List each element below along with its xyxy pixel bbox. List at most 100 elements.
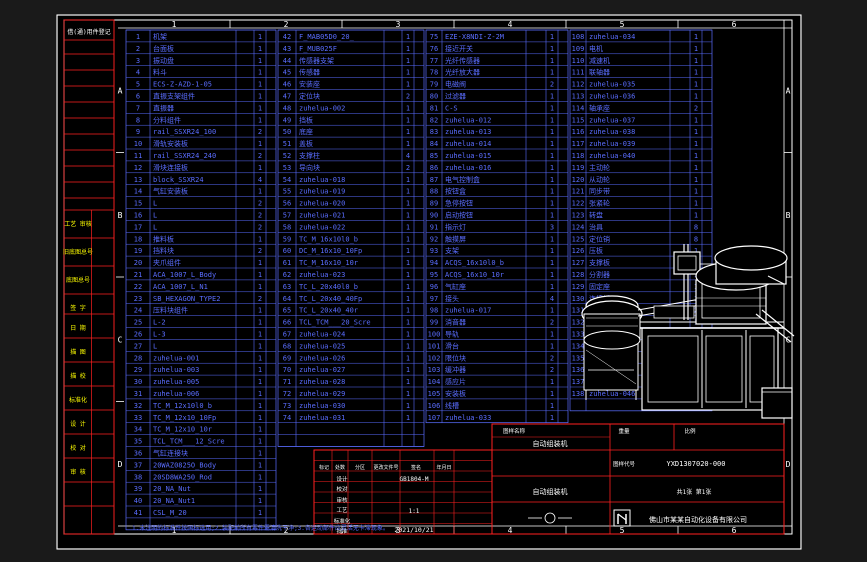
bom-item-name: 电磁阀 xyxy=(445,80,466,89)
bom-item-number: 92 xyxy=(430,235,438,243)
bom-item-qty: 4 xyxy=(406,152,410,160)
bom-item-qty: 1 xyxy=(258,366,262,374)
bom-item-qty: 1 xyxy=(550,69,554,77)
bom-item-name: 料斗 xyxy=(153,68,167,77)
bom-item-number: 121 xyxy=(572,188,585,196)
bom-item-qty: 1 xyxy=(406,212,410,220)
bom-item-qty: 1 xyxy=(406,104,410,112)
bom-item-name: zuhelua-003 xyxy=(153,366,199,374)
side-register-label: 描 图 xyxy=(70,348,86,356)
bom-item-qty: 2 xyxy=(550,319,554,327)
bom-item-number: 11 xyxy=(134,152,142,160)
bom-item-name: DC_M_16x10_10Fp xyxy=(299,247,362,255)
bom-item-number: 31 xyxy=(134,390,142,398)
bom-item-name: zuhelua-014 xyxy=(445,140,491,148)
bom-item-qty: 1 xyxy=(258,259,262,267)
side-register-label: 旧底图总号 xyxy=(63,248,93,256)
signature-role-label: 校对 xyxy=(336,485,348,493)
machine-part xyxy=(583,330,641,350)
bom-item-qty: 1 xyxy=(406,247,410,255)
bom-item-number: 73 xyxy=(283,402,291,410)
bom-item-number: 129 xyxy=(572,283,585,291)
bom-item-qty: 1 xyxy=(258,438,262,446)
side-register-label: 借(通)用件登记 xyxy=(67,28,110,36)
bom-item-qty: 1 xyxy=(550,212,554,220)
bom-item-number: 82 xyxy=(430,116,438,124)
bom-item-name: 光纤放大器 xyxy=(445,68,480,77)
sheet-info: 共1张 第1张 xyxy=(677,488,712,496)
bom-item-number: 88 xyxy=(430,188,438,196)
bom-item-qty: 1 xyxy=(406,69,410,77)
bom-item-qty: 2 xyxy=(550,366,554,374)
bom-item-qty: 1 xyxy=(550,247,554,255)
bom-item-number: 70 xyxy=(283,366,291,374)
bom-item-qty: 1 xyxy=(406,33,410,41)
bom-item-name: 感应片 xyxy=(445,377,466,386)
bom-item-qty: 1 xyxy=(406,331,410,339)
bom-item-qty: 4 xyxy=(550,295,554,303)
bom-item-number: 125 xyxy=(572,235,585,243)
bom-item-number: 112 xyxy=(572,81,585,89)
bom-item-qty: 1 xyxy=(694,116,698,124)
bom-item-number: 84 xyxy=(430,140,438,148)
bom-item-number: 68 xyxy=(283,342,291,350)
bom-item-name: ACA_1007_L_Body xyxy=(153,271,216,279)
bom-item-name: 支架 xyxy=(445,246,459,255)
bom-item-qty: 1 xyxy=(406,176,410,184)
zone-row-label: C xyxy=(118,335,123,344)
bom-item-qty: 1 xyxy=(406,259,410,267)
bom-item-number: 90 xyxy=(430,212,438,220)
bom-item-number: 83 xyxy=(430,128,438,136)
bom-item-qty: 1 xyxy=(550,271,554,279)
bom-item-qty: 1 xyxy=(258,331,262,339)
bom-item-number: 24 xyxy=(134,307,142,315)
bom-item-name: 机架 xyxy=(153,32,167,41)
bom-item-name: zuhelua-036 xyxy=(589,93,635,101)
bom-item-name: 安装座 xyxy=(299,80,320,89)
bom-item-name: 轴承座 xyxy=(589,103,610,112)
bom-item-name: TC_M_12x10_10Fp xyxy=(153,414,216,422)
bom-item-number: 128 xyxy=(572,271,585,279)
bom-item-number: 27 xyxy=(134,342,142,350)
bom-item-name: 直振器 xyxy=(153,103,174,112)
bom-item-number: 119 xyxy=(572,164,585,172)
bom-item-qty: 1 xyxy=(406,283,410,291)
bom-item-name: zuhelua-030 xyxy=(299,402,345,410)
bom-item-qty: 1 xyxy=(406,116,410,124)
zone-row-label: D xyxy=(118,460,123,469)
bom-item-name: zuhelua-040 xyxy=(589,152,635,160)
bom-item-qty: 1 xyxy=(258,497,262,505)
bom-item-qty: 1 xyxy=(694,33,698,41)
bom-item-name: 底座 xyxy=(299,127,313,136)
bom-item-number: 105 xyxy=(428,390,441,398)
bom-item-qty: 1 xyxy=(406,223,410,231)
bom-item-number: 43 xyxy=(283,45,291,53)
assembly-drawing: 112233445566AABBCCDD借(通)用件登记工艺 审核旧底图总号底图… xyxy=(56,14,802,550)
bom-item-qty: 1 xyxy=(550,390,554,398)
bom-item-name: 盖板 xyxy=(299,139,313,148)
bom-item-name: zuhelua-013 xyxy=(445,128,491,136)
revision-header-label: 年月日 xyxy=(436,464,451,471)
bom-item-qty: 1 xyxy=(550,116,554,124)
signature-role-label: 审核 xyxy=(336,496,348,504)
drawing-number: YXD1307020-000 xyxy=(666,460,725,468)
bom-item-qty: 1 xyxy=(694,140,698,148)
bom-item-qty: 2 xyxy=(258,212,262,220)
bom-item-qty: 1 xyxy=(694,69,698,77)
bom-item-qty: 2 xyxy=(258,295,262,303)
bom-item-qty: 1 xyxy=(550,104,554,112)
signature-role-label: 工艺 xyxy=(336,507,348,514)
bom-item-qty: 1 xyxy=(694,128,698,136)
revision-header-label: 分区 xyxy=(355,464,365,471)
bom-item-number: 87 xyxy=(430,176,438,184)
bom-item-name: zuhelua-034 xyxy=(589,33,635,41)
bom-item-name: TC_M_12x10l0_b xyxy=(153,402,212,410)
bom-item-number: 55 xyxy=(283,188,291,196)
bom-item-number: 21 xyxy=(134,271,142,279)
bom-item-qty: 1 xyxy=(258,414,262,422)
bom-item-number: 136 xyxy=(572,366,585,374)
bom-item-number: 109 xyxy=(572,45,585,53)
bom-item-name: zuhelua-021 xyxy=(299,212,345,220)
bom-item-name: 分料组件 xyxy=(153,115,181,124)
bom-item-number: 117 xyxy=(572,140,585,148)
